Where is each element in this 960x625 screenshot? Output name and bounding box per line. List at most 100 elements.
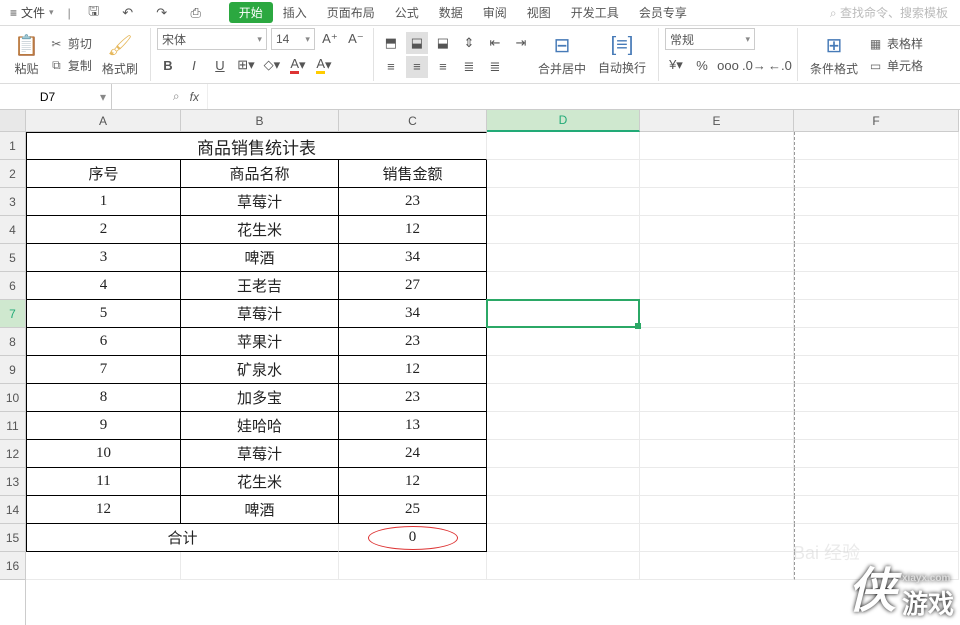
- cell-F7[interactable]: [794, 300, 959, 328]
- cell-F5[interactable]: [794, 244, 959, 272]
- cell-D10[interactable]: [487, 384, 640, 412]
- cell-D7[interactable]: [487, 300, 640, 328]
- increase-font-icon[interactable]: A⁺: [319, 28, 341, 50]
- cell-D9[interactable]: [487, 356, 640, 384]
- row-header-4[interactable]: 4: [0, 216, 25, 244]
- cell-D16[interactable]: [487, 552, 640, 580]
- select-all-corner[interactable]: [0, 110, 25, 132]
- cell-E11[interactable]: [640, 412, 794, 440]
- cell-E10[interactable]: [640, 384, 794, 412]
- cell-E13[interactable]: [640, 468, 794, 496]
- cell-D12[interactable]: [487, 440, 640, 468]
- font-name-select[interactable]: 宋体▾: [157, 28, 267, 50]
- tab-开始[interactable]: 开始: [229, 2, 273, 23]
- bold-button[interactable]: B: [157, 54, 179, 76]
- justify-icon[interactable]: ≣: [458, 56, 480, 78]
- italic-button[interactable]: I: [183, 54, 205, 76]
- cell-A16[interactable]: [26, 552, 181, 580]
- cell-B16[interactable]: [181, 552, 339, 580]
- cell-C11[interactable]: 13: [339, 412, 487, 440]
- fx-icon[interactable]: fx: [190, 90, 199, 104]
- print-icon[interactable]: ⎙: [185, 2, 207, 24]
- cell-A8[interactable]: 6: [26, 328, 181, 356]
- decrease-decimal-icon[interactable]: ←.0: [769, 54, 791, 76]
- row-header-14[interactable]: 14: [0, 496, 25, 524]
- tab-页面布局[interactable]: 页面布局: [317, 0, 385, 25]
- cell-E1[interactable]: [640, 132, 794, 160]
- cell-B9[interactable]: 矿泉水: [181, 356, 339, 384]
- cell-A15[interactable]: 合计: [26, 524, 339, 552]
- cell-D8[interactable]: [487, 328, 640, 356]
- col-header-D[interactable]: D: [487, 110, 640, 132]
- orientation-icon[interactable]: ⇕: [458, 32, 480, 54]
- cell-C9[interactable]: 12: [339, 356, 487, 384]
- cell-D3[interactable]: [487, 188, 640, 216]
- cell-E9[interactable]: [640, 356, 794, 384]
- cell-F12[interactable]: [794, 440, 959, 468]
- align-bottom-icon[interactable]: ⬓: [432, 32, 454, 54]
- cell-A4[interactable]: 2: [26, 216, 181, 244]
- fill-color-button[interactable]: ◇▾: [261, 54, 283, 76]
- cell-B12[interactable]: 草莓汁: [181, 440, 339, 468]
- cell-B2[interactable]: 商品名称: [181, 160, 339, 188]
- col-header-F[interactable]: F: [794, 110, 959, 132]
- cell-A11[interactable]: 9: [26, 412, 181, 440]
- number-format-select[interactable]: 常规▾: [665, 28, 755, 50]
- undo-icon[interactable]: ↶: [117, 2, 139, 24]
- cell-E7[interactable]: [640, 300, 794, 328]
- borders-button[interactable]: ⊞▾: [235, 54, 257, 76]
- align-center-icon[interactable]: ≡: [406, 56, 428, 78]
- cell-F14[interactable]: [794, 496, 959, 524]
- col-header-A[interactable]: A: [26, 110, 181, 132]
- cell-C8[interactable]: 23: [339, 328, 487, 356]
- cell-B13[interactable]: 花生米: [181, 468, 339, 496]
- cell-B5[interactable]: 啤酒: [181, 244, 339, 272]
- cell-D11[interactable]: [487, 412, 640, 440]
- cell-F13[interactable]: [794, 468, 959, 496]
- increase-indent-icon[interactable]: ⇥: [510, 32, 532, 54]
- cell-A14[interactable]: 12: [26, 496, 181, 524]
- cell-A7[interactable]: 5: [26, 300, 181, 328]
- decrease-indent-icon[interactable]: ⇤: [484, 32, 506, 54]
- cell-E15[interactable]: [640, 524, 794, 552]
- tab-视图[interactable]: 视图: [517, 0, 561, 25]
- row-header-10[interactable]: 10: [0, 384, 25, 412]
- cell-F3[interactable]: [794, 188, 959, 216]
- align-right-icon[interactable]: ≡: [432, 56, 454, 78]
- cell-A3[interactable]: 1: [26, 188, 181, 216]
- row-header-13[interactable]: 13: [0, 468, 25, 496]
- cell-E12[interactable]: [640, 440, 794, 468]
- cell-B6[interactable]: 王老吉: [181, 272, 339, 300]
- cell-F15[interactable]: [794, 524, 959, 552]
- cell-F8[interactable]: [794, 328, 959, 356]
- cell-A5[interactable]: 3: [26, 244, 181, 272]
- cell-A2[interactable]: 序号: [26, 160, 181, 188]
- row-header-1[interactable]: 1: [0, 132, 25, 160]
- row-header-11[interactable]: 11: [0, 412, 25, 440]
- cut-button[interactable]: ✂剪切: [45, 34, 96, 53]
- cell-E8[interactable]: [640, 328, 794, 356]
- distribute-icon[interactable]: ≣: [484, 56, 506, 78]
- format-painter-button[interactable]: 🖌 格式刷: [96, 31, 144, 79]
- cell-B4[interactable]: 花生米: [181, 216, 339, 244]
- cell-E4[interactable]: [640, 216, 794, 244]
- table-style-button[interactable]: ▦表格样: [864, 34, 927, 53]
- cell-C14[interactable]: 25: [339, 496, 487, 524]
- cell-F16[interactable]: [794, 552, 959, 580]
- cell-D6[interactable]: [487, 272, 640, 300]
- cell-E2[interactable]: [640, 160, 794, 188]
- cell-C4[interactable]: 12: [339, 216, 487, 244]
- cell-F11[interactable]: [794, 412, 959, 440]
- row-header-16[interactable]: 16: [0, 552, 25, 580]
- col-header-C[interactable]: C: [339, 110, 487, 132]
- percent-icon[interactable]: %: [691, 54, 713, 76]
- highlight-button[interactable]: A▾: [313, 54, 335, 76]
- cell-D13[interactable]: [487, 468, 640, 496]
- cell-A1[interactable]: 商品销售统计表: [26, 132, 487, 160]
- cell-style-button[interactable]: ▭单元格: [864, 56, 927, 75]
- align-left-icon[interactable]: ≡: [380, 56, 402, 78]
- row-header-7[interactable]: 7: [0, 300, 25, 328]
- cell-E3[interactable]: [640, 188, 794, 216]
- cell-F1[interactable]: [794, 132, 959, 160]
- cell-F9[interactable]: [794, 356, 959, 384]
